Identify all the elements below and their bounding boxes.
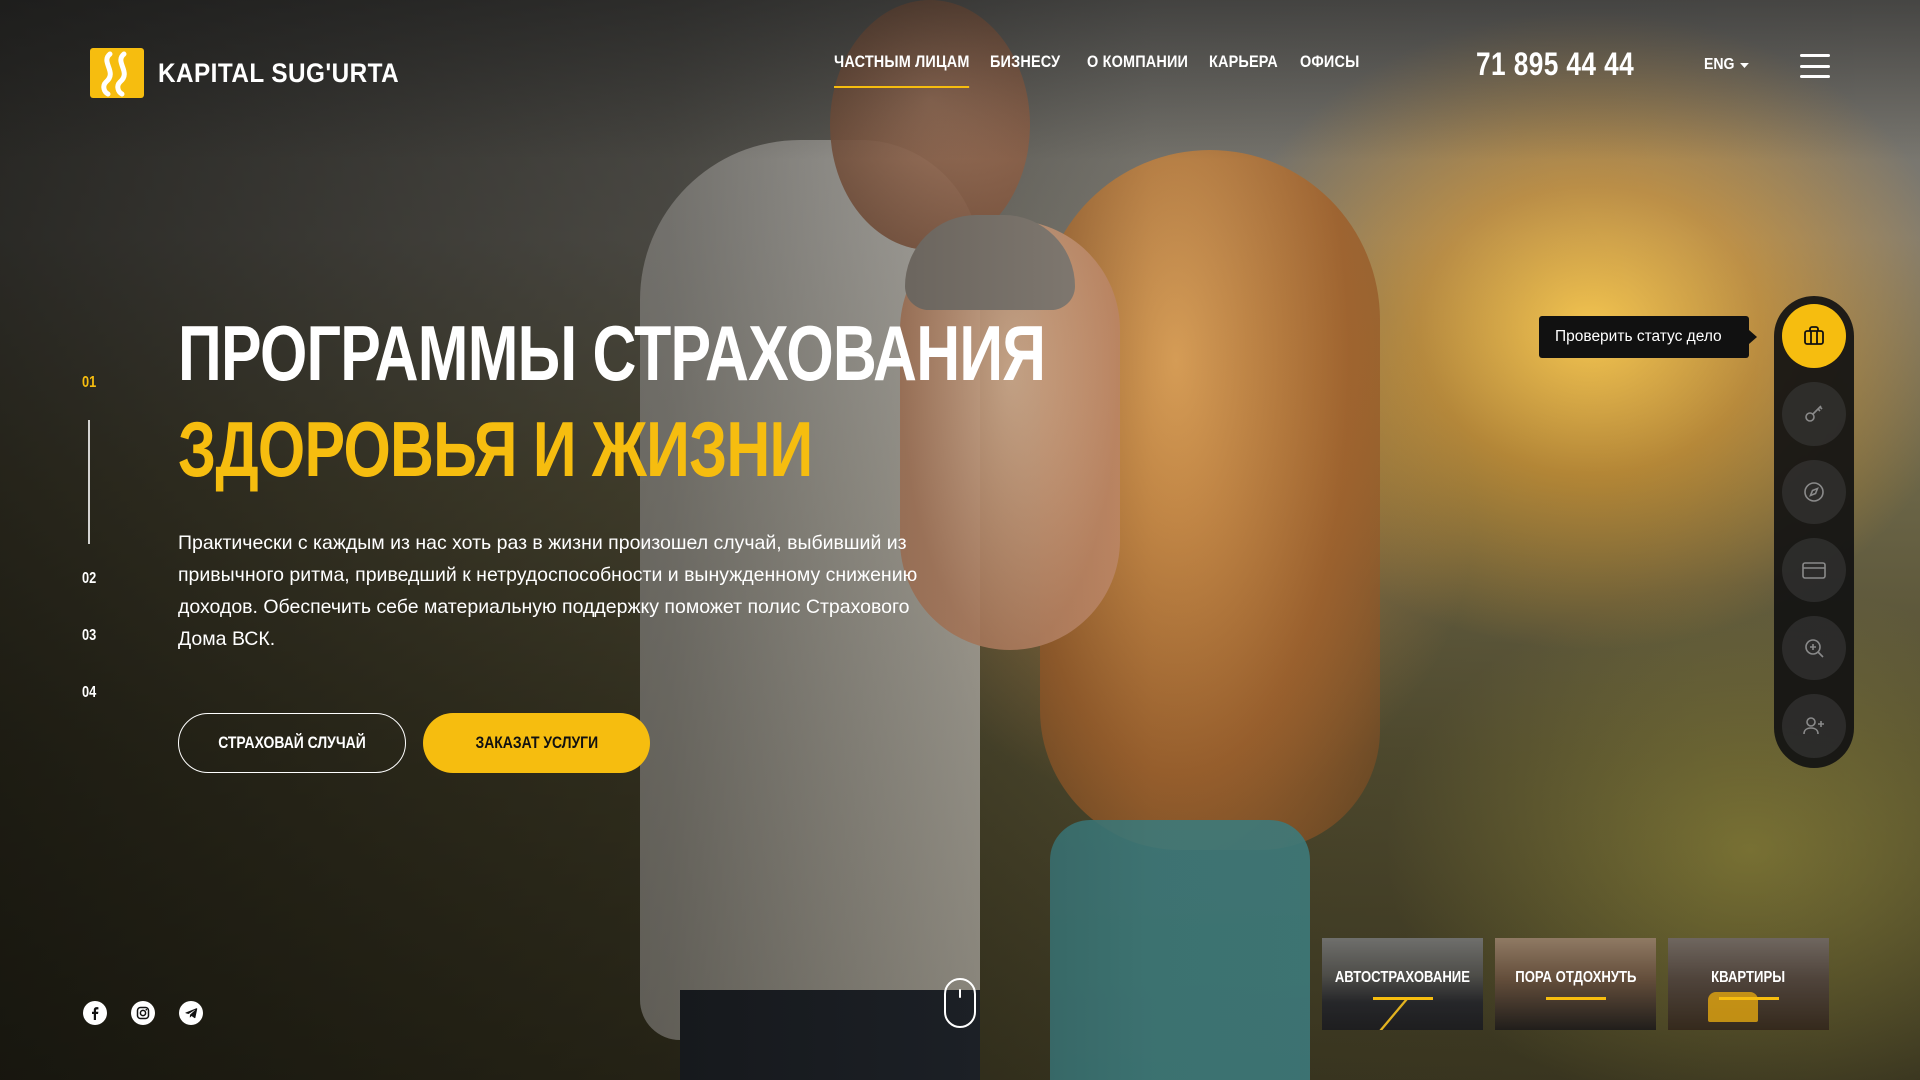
slide-number-1[interactable]: 01	[82, 374, 96, 392]
chevron-down-icon	[1739, 62, 1749, 68]
language-label: ENG	[1704, 56, 1735, 73]
slide-number-2[interactable]: 02	[82, 570, 96, 588]
hero-description: Практически с каждым из нас хоть раз в ж…	[178, 532, 918, 650]
add-user-icon[interactable]	[1782, 694, 1846, 758]
key-icon[interactable]	[1782, 382, 1846, 446]
quick-actions-rail	[1774, 296, 1854, 768]
zoom-in-icon[interactable]	[1782, 616, 1846, 680]
logo-text: KAPITAL SUG'URTA	[158, 57, 400, 88]
briefcase-icon[interactable]	[1782, 304, 1846, 368]
instagram-icon[interactable]	[131, 1001, 155, 1025]
hero-title-line1: ПРОГРАММЫ СТРАХОВАНИЯ	[178, 309, 1046, 397]
nav-item-offices[interactable]: ОФИСЫ	[1300, 52, 1359, 72]
card-underline	[1545, 996, 1606, 1000]
language-selector[interactable]: ENG	[1704, 56, 1749, 74]
logo[interactable]: KAPITAL SUG'URTA	[90, 48, 426, 98]
slide-number-3[interactable]: 03	[82, 627, 96, 645]
card-label: ПОРА ОТДОХНУТЬ	[1514, 968, 1637, 986]
card-auto-insurance[interactable]: АВТОСТРАХОВАНИЕ	[1322, 938, 1483, 1030]
hero-title-line2: ЗДОРОВЬЯ И ЖИЗНИ	[178, 405, 813, 493]
telegram-icon[interactable]	[179, 1001, 203, 1025]
compass-icon[interactable]	[1782, 460, 1846, 524]
rail-tooltip: Проверить статус дело	[1539, 316, 1757, 358]
facebook-icon[interactable]	[83, 1001, 107, 1025]
insured-event-button[interactable]: СТРАХОВАЙ СЛУЧАЙ	[178, 713, 406, 773]
card-underline	[1372, 996, 1433, 1000]
slide-progress-line	[88, 420, 90, 544]
phone-number[interactable]: 71 895 44 44	[1476, 46, 1634, 83]
slide-number-4[interactable]: 04	[82, 684, 96, 702]
nav-item-private[interactable]: ЧАСТНЫМ ЛИЦАМ	[834, 52, 970, 88]
order-services-button-label: ЗАКАЗАТ УСЛУГИ	[475, 733, 598, 752]
card-apartments[interactable]: КВАРТИРЫ	[1668, 938, 1829, 1030]
hero-title: ПРОГРАММЫ СТРАХОВАНИЯ ЗДОРОВЬЯ И ЖИЗНИ	[178, 305, 1046, 497]
order-services-button[interactable]: ЗАКАЗАТ УСЛУГИ	[423, 713, 650, 773]
logo-mark-icon	[90, 48, 144, 98]
road-decoration	[1379, 1000, 1445, 1030]
card-vacation[interactable]: ПОРА ОТДОХНУТЬ	[1495, 938, 1656, 1030]
nav-item-about[interactable]: О КОМПАНИИ	[1087, 52, 1188, 72]
scroll-down-mouse-icon[interactable]	[944, 978, 976, 1028]
card-label: КВАРТИРЫ	[1711, 968, 1786, 986]
insured-event-button-label: СТРАХОВАЙ СЛУЧАЙ	[218, 733, 366, 752]
credit-card-icon[interactable]	[1782, 538, 1846, 602]
nav-item-career[interactable]: КАРЬЕРА	[1209, 52, 1278, 72]
card-underline	[1718, 996, 1779, 1000]
nav-item-business[interactable]: БИЗНЕСУ	[990, 52, 1060, 72]
hamburger-menu-icon[interactable]	[1800, 54, 1830, 78]
card-label: АВТОСТРАХОВАНИЕ	[1334, 968, 1471, 986]
